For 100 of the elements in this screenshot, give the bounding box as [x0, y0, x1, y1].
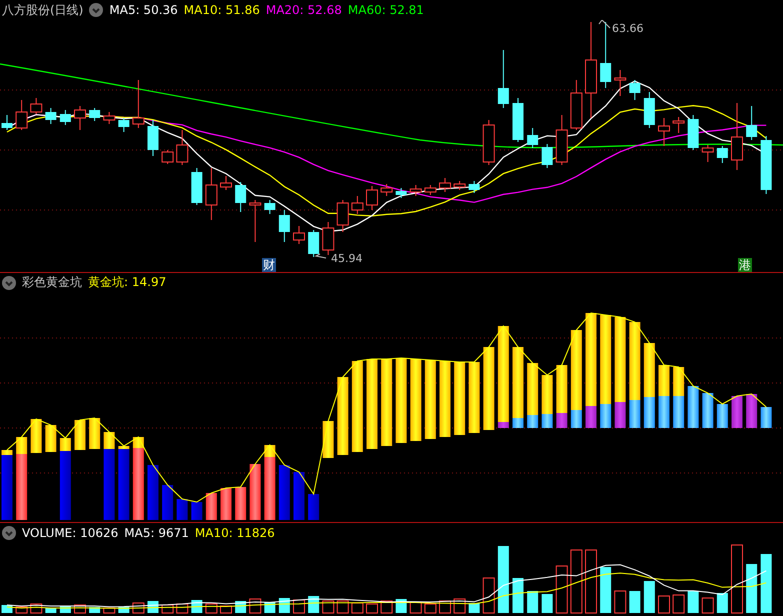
event-marker[interactable]: 财: [262, 258, 276, 272]
chevron-down-icon[interactable]: [89, 3, 104, 17]
volume-bar: [658, 596, 670, 614]
candlestick: [454, 180, 466, 190]
candlestick: [118, 118, 130, 132]
indicator-bar: [527, 363, 538, 428]
candlestick: [235, 182, 246, 212]
indicator-bar: [702, 393, 714, 428]
candlestick: [556, 114, 568, 166]
indicator-bar: [308, 494, 320, 520]
volume-bar: [366, 604, 378, 614]
candlestick: [322, 222, 334, 256]
volume-bar: [716, 593, 728, 613]
leader-line: [314, 254, 326, 258]
indicator-bar: [542, 375, 553, 428]
candlestick: [716, 146, 728, 164]
indicator-bar: [468, 362, 480, 433]
indicator-bar: [658, 365, 670, 428]
indicator-bar: [556, 365, 568, 428]
candlestick: [103, 112, 116, 124]
candlestick: [570, 80, 582, 130]
chevron-down-icon[interactable]: [2, 526, 16, 540]
candlestick: [336, 200, 349, 232]
candlestick: [264, 200, 276, 214]
candlestick: [746, 106, 758, 140]
candlestick: [542, 144, 553, 168]
indicator-bar: [74, 420, 86, 450]
indicator-bar: [688, 386, 699, 428]
volume-bar: [731, 544, 743, 614]
low-price-label: 45.94: [331, 252, 362, 265]
candlestick: [176, 130, 188, 166]
indicator-bar: [191, 502, 202, 520]
volume-bar: [760, 554, 772, 613]
volume-bar: [585, 550, 597, 614]
indicator-bar: [176, 499, 188, 520]
indicator-bar: [2, 450, 12, 520]
volume-bar: [45, 608, 56, 613]
indicator-bar: [322, 421, 334, 458]
volume-bar: [512, 578, 524, 613]
indicator-bar: [220, 488, 232, 520]
volume-bar: [468, 603, 480, 613]
candlestick: [220, 176, 232, 190]
volume-bar: [498, 546, 509, 613]
chevron-down-icon[interactable]: [2, 276, 16, 290]
volume-bar: [688, 591, 699, 613]
candlestick: [293, 226, 305, 244]
indicator-value: MA60: 52.81: [348, 3, 424, 17]
volume-bar: [322, 600, 334, 614]
candlestick: [410, 184, 422, 196]
candlestick: [468, 180, 480, 194]
candlestick: [396, 188, 407, 198]
candlestick: [614, 70, 626, 96]
indicator-name: 彩色黄金坑: [22, 274, 82, 291]
candlestick: [162, 150, 174, 164]
candlestick: [16, 100, 28, 130]
candlestick: [380, 184, 393, 196]
candlestick: [74, 106, 86, 130]
chart-title: 八方股份(日线): [2, 2, 84, 18]
candlestick: [600, 22, 612, 88]
candlestick: [2, 114, 12, 130]
volume-bar: [527, 591, 538, 613]
indicator-bar: [673, 367, 684, 428]
volume-bar: [570, 550, 582, 614]
indicator-value: MA20: 52.68: [266, 3, 342, 17]
indicator-bar: [760, 407, 772, 428]
candlestick: [351, 196, 364, 214]
volume-bar: [542, 594, 553, 613]
candlestick: [644, 92, 655, 128]
volume-bar: [614, 590, 626, 614]
candlestick: [498, 50, 509, 108]
candlestick: [731, 102, 743, 170]
indicator-bar: [235, 487, 246, 520]
candlestick: [89, 108, 100, 122]
candlestick: [308, 230, 320, 258]
indicator-bar: [89, 418, 100, 449]
candlestick: [366, 186, 378, 210]
candlestick: [278, 210, 290, 242]
volume-bar: [424, 604, 436, 614]
indicator-bar: [30, 419, 42, 453]
candlestick: [760, 136, 772, 194]
volume-bar: [629, 591, 640, 613]
indicator-bar: [294, 472, 304, 520]
indicator-bar: [250, 464, 261, 520]
volume-bar: [410, 602, 422, 614]
candlestick: [30, 98, 42, 114]
volume-bar: [672, 594, 685, 614]
volume-bar: [103, 608, 116, 614]
indicator-bar: [45, 425, 56, 452]
candlestick: [132, 80, 144, 128]
candlestick: [191, 168, 202, 206]
indicator-bar: [732, 396, 742, 428]
candlestick: [482, 120, 495, 166]
candlestick: [205, 168, 218, 220]
event-marker[interactable]: 港: [738, 258, 752, 272]
indicator-value: MA5: 50.36: [109, 3, 178, 17]
volume-value: MA10: 11826: [194, 526, 275, 540]
volume-bar: [351, 602, 364, 614]
volume-value: MA5: 9671: [124, 526, 189, 540]
indicator-bar: [746, 394, 758, 428]
volume-bar: [205, 604, 218, 614]
